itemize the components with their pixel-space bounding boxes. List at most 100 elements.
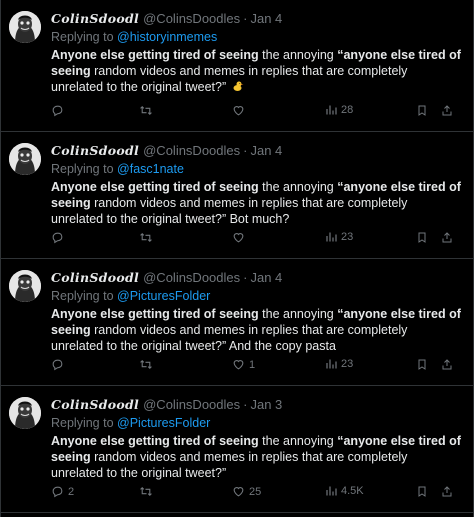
replying-label: Replying to [51, 162, 114, 176]
like-icon [233, 106, 244, 116]
tweet-date[interactable]: Jan 4 [250, 270, 282, 286]
reply-count: 2 [68, 485, 75, 498]
views-button[interactable]: 23 [325, 358, 353, 370]
tweet-header: ColinSdoodl @ColinsDoodles · Jan 3 [51, 397, 461, 413]
avatar-image [9, 11, 41, 43]
reply-button[interactable]: 2 [51, 485, 74, 498]
retweet-icon [140, 359, 152, 370]
views-icon [326, 232, 337, 242]
avatar[interactable] [9, 11, 41, 43]
tweet-text-bold: Anyone else getting tired of seeing [51, 434, 259, 448]
bookmark-icon [418, 486, 426, 497]
author-name[interactable]: ColinSdoodl [51, 397, 139, 413]
bookmark-icon [418, 232, 426, 243]
replying-to: Replying to @PicturesFolder [51, 288, 461, 304]
tweet-date[interactable]: Jan 3 [250, 397, 282, 413]
avatar[interactable] [9, 143, 41, 175]
replying-mention[interactable]: @historyinmemes [117, 30, 217, 44]
author-name[interactable]: ColinSdoodl [51, 143, 139, 159]
tweet-text-plain: the annoying [258, 180, 338, 194]
bookmark-icon [418, 105, 426, 116]
avatar-image [9, 270, 41, 302]
tweet-text: Anyone else getting tired of seeing the … [51, 306, 461, 354]
tweet-header: ColinSdoodl @ColinsDoodles · Jan 4 [51, 143, 461, 159]
tweet-text: Anyone else getting tired of seeing the … [51, 433, 461, 481]
bookmark-button[interactable] [416, 358, 428, 371]
tweet-text-bold: Anyone else getting tired of seeing [51, 180, 259, 194]
views-icon [326, 105, 337, 115]
bookmark-button[interactable] [416, 231, 428, 244]
tweet-header: ColinSdoodl @ColinsDoodles · Jan 4 [51, 11, 461, 27]
tweet[interactable]: ColinSdoodl @ColinsDoodles · Jan 4 Reply… [1, 259, 473, 386]
share-button[interactable] [441, 231, 453, 244]
views-count: 28 [341, 104, 354, 116]
reply-button[interactable] [51, 358, 68, 371]
reply-button[interactable] [51, 231, 68, 244]
replying-to: Replying to @PicturesFolder [51, 415, 461, 431]
replying-mention[interactable]: @PicturesFolder [117, 289, 210, 303]
share-icon [442, 105, 452, 116]
bookmark-button[interactable] [416, 104, 428, 117]
tweet-text-plain: random videos and memes in replies that … [51, 196, 408, 226]
tweet-text-plain: the annoying [258, 307, 338, 321]
timeline: ColinSdoodl @ColinsDoodles · Jan 4 Reply… [0, 0, 474, 517]
author-handle[interactable]: @ColinsDoodles [143, 143, 240, 159]
share-button[interactable] [441, 358, 453, 371]
share-button[interactable] [441, 485, 453, 498]
reply-icon [52, 359, 63, 371]
replying-label: Replying to [51, 30, 114, 44]
tweet[interactable]: ColinSdoodl @ColinsDoodles · Jan 4 Reply… [1, 132, 473, 259]
retweet-button[interactable] [139, 485, 157, 498]
share-icon [442, 232, 452, 243]
reply-icon [52, 486, 63, 498]
avatar-image [9, 143, 41, 175]
tweet-text-plain: random videos and memes in replies that … [51, 323, 408, 353]
like-button[interactable]: 25 [232, 485, 261, 498]
share-button[interactable] [441, 104, 453, 117]
retweet-button[interactable] [139, 104, 157, 117]
views-count: 23 [341, 358, 354, 370]
tweet[interactable]: ColinSdoodl @ColinsDoodles · Jan 4 Reply… [1, 0, 473, 132]
retweet-icon [140, 232, 152, 243]
views-button[interactable]: 4.5K [325, 485, 364, 497]
duck-emoji-icon [233, 81, 244, 91]
retweet-icon [140, 105, 152, 116]
author-handle[interactable]: @ColinsDoodles [143, 11, 240, 27]
reply-button[interactable] [51, 104, 68, 117]
replying-mention[interactable]: @PicturesFolder [117, 416, 210, 430]
like-button[interactable] [232, 231, 249, 244]
replying-mention[interactable]: @fasc1nate [117, 162, 184, 176]
share-icon [442, 486, 452, 497]
tweet-text-bold: Anyone else getting tired of seeing [51, 48, 259, 62]
bookmark-icon [418, 359, 426, 370]
tweet[interactable]: ColinSdoodl @ColinsDoodles · Jan 3 Reply… [1, 386, 473, 513]
like-button[interactable]: 1 [232, 358, 255, 371]
bookmark-button[interactable] [416, 485, 428, 498]
tweet-date[interactable]: Jan 4 [250, 143, 282, 159]
tweet-text: Anyone else getting tired of seeing the … [51, 47, 461, 95]
retweet-button[interactable] [139, 231, 157, 244]
separator: · [243, 11, 248, 26]
views-count: 23 [341, 231, 354, 243]
retweet-button[interactable] [139, 358, 157, 371]
avatar-image [9, 397, 41, 429]
tweet-date[interactable]: Jan 4 [250, 11, 282, 27]
tweet-text-plain: random videos and memes in replies that … [51, 450, 408, 480]
like-count: 25 [249, 485, 262, 498]
separator: · [243, 270, 248, 285]
separator: · [243, 397, 248, 412]
author-name[interactable]: ColinSdoodl [51, 270, 139, 286]
like-icon [233, 233, 244, 243]
reply-icon [52, 105, 63, 117]
views-button[interactable]: 28 [325, 104, 353, 116]
avatar[interactable] [9, 397, 41, 429]
author-handle[interactable]: @ColinsDoodles [143, 270, 240, 286]
views-button[interactable]: 23 [325, 231, 353, 243]
author-handle[interactable]: @ColinsDoodles [143, 397, 240, 413]
retweet-icon [140, 486, 152, 497]
avatar[interactable] [9, 270, 41, 302]
tweet-header: ColinSdoodl @ColinsDoodles · Jan 4 [51, 270, 461, 286]
author-name[interactable]: ColinSdoodl [51, 11, 139, 27]
like-count: 1 [249, 358, 256, 371]
like-button[interactable] [232, 104, 249, 117]
